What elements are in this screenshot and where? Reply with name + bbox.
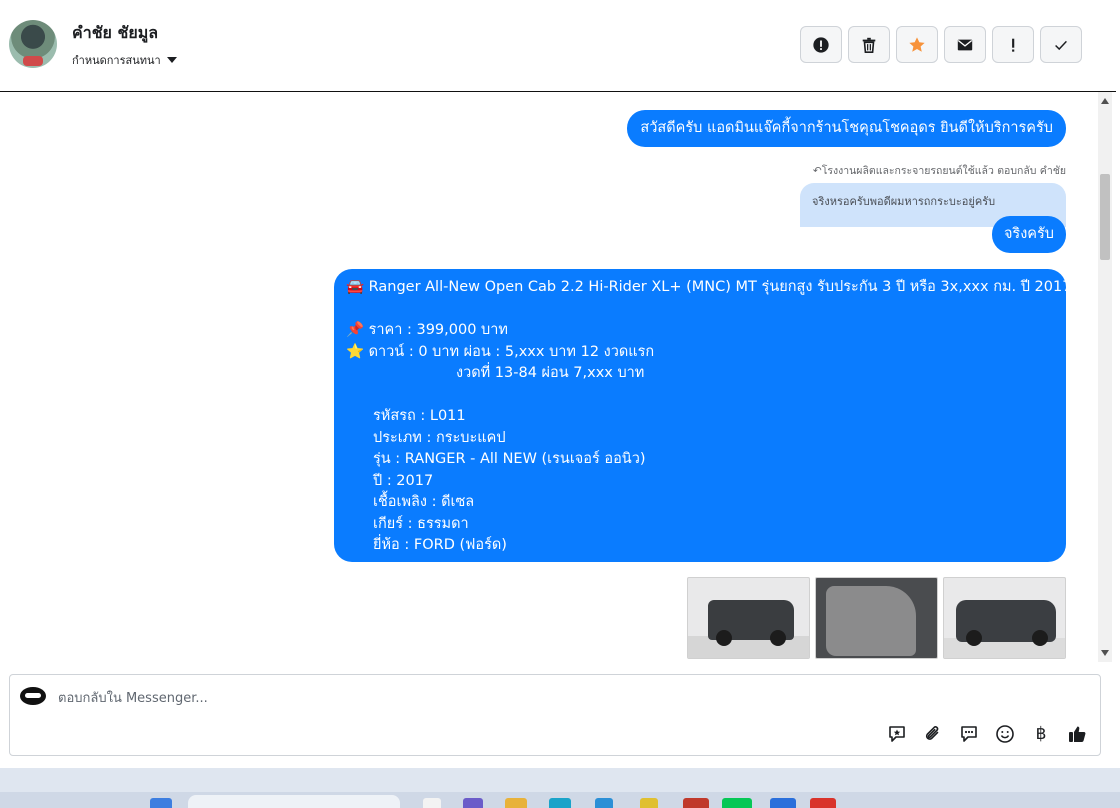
down-line: ⭐ ดาวน์ : 0 บาท ผ่อน : 5,xxx บาท 12 งวดแ…: [346, 342, 1054, 364]
listing-gear: เกียร์ : ธรรมดา: [373, 515, 469, 532]
app-icon[interactable]: [595, 798, 613, 808]
message-bubble-greeting[interactable]: สวัสดีครับ แอดมินแจ๊คกี้จากร้านโชคุณโชคอ…: [627, 110, 1066, 147]
star-icon: [909, 36, 925, 52]
app-icon[interactable]: [770, 798, 796, 808]
app-icon[interactable]: [640, 798, 658, 808]
attachment-images: [687, 577, 1066, 659]
folder-icon[interactable]: [505, 798, 527, 808]
conversation-header: คำชัย ชัยมูล กำหนดการสนทนา: [0, 0, 1116, 92]
line-app-icon[interactable]: [722, 798, 752, 808]
truck-photo-rear[interactable]: [687, 577, 810, 659]
scroll-thumb[interactable]: [1100, 174, 1110, 260]
listing-type: ประเภท : กระบะแคป: [373, 429, 506, 446]
pushpin-icon: 📌: [346, 322, 365, 338]
taskbar: [0, 792, 1120, 808]
message-bubble-reply[interactable]: จริงครับ: [991, 216, 1066, 253]
saved-reply-button[interactable]: [884, 721, 910, 747]
avatar[interactable]: [9, 20, 57, 68]
listing-code: รหัสรถ : L011: [373, 408, 466, 424]
scroll-up-arrow-icon[interactable]: [1101, 98, 1109, 104]
reply-context-label: ↶โรงงานผลิตและกระจายรถยนต์ใช้แล้ว ตอบกลั…: [812, 165, 1066, 177]
app-icon[interactable]: [423, 798, 441, 808]
app-icon[interactable]: [463, 798, 483, 808]
mark-spam-button[interactable]: [800, 26, 842, 63]
mark-unread-button[interactable]: [944, 26, 986, 63]
reply-input[interactable]: [58, 688, 858, 708]
car-icon: 🚘: [346, 279, 365, 295]
assign-label: กำหนดการสนทนา: [72, 54, 161, 67]
saved-reply-icon: [889, 726, 905, 742]
attachment-button[interactable]: [920, 721, 946, 747]
envelope-icon: [957, 39, 973, 50]
listing-title: Ranger All-New Open Cab 2.2 Hi-Rider XL+…: [368, 279, 1072, 295]
like-button[interactable]: [1064, 721, 1090, 747]
contact-name[interactable]: คำชัย ชัยมูล: [72, 21, 158, 46]
listing-year: ปี : 2017: [373, 472, 434, 489]
listing-fuel: เชื้อเพลิง : ดีเซล: [373, 494, 475, 510]
listing-brand: ยี่ห้อ : FORD (ฟอร์ด): [373, 537, 507, 553]
thumbs-up-icon: [1069, 726, 1086, 742]
baht-icon: ฿: [1035, 724, 1047, 744]
truck-photo-door[interactable]: [815, 577, 938, 659]
page-logo: [20, 687, 46, 705]
emoji-button[interactable]: [992, 721, 1018, 747]
down2-line: งวดที่ 13-84 ผ่อน 7,xxx บาท: [346, 363, 1054, 385]
conversation-thread[interactable]: สวัสดีครับ แอดมินแจ๊คกี้จากร้านโชคุณโชคอ…: [0, 92, 1098, 662]
check-icon: [1055, 40, 1067, 50]
payment-button[interactable]: ฿: [1028, 721, 1054, 747]
start-icon[interactable]: [150, 798, 172, 808]
previous-message: [20, 92, 320, 98]
app-icon[interactable]: [683, 798, 709, 808]
truck-photo-front[interactable]: [943, 577, 1066, 659]
delete-button[interactable]: [848, 26, 890, 63]
reply-composer: ฿: [9, 674, 1101, 756]
scroll-down-arrow-icon[interactable]: [1101, 650, 1109, 656]
taskbar-search[interactable]: [188, 795, 400, 808]
header-actions: [800, 26, 1082, 63]
quick-replies-icon: [961, 726, 977, 742]
star-button[interactable]: [896, 26, 938, 63]
emoji-icon: [996, 725, 1014, 743]
assign-conversation-dropdown[interactable]: กำหนดการสนทนา: [72, 51, 177, 69]
conversation-scrollbar[interactable]: [1098, 92, 1112, 662]
listing-price: ราคา : 399,000 บาท: [368, 322, 508, 338]
listing-model: รุ่น : RANGER - All NEW (เรนเจอร์ ออนิว): [373, 451, 646, 467]
star-emoji-icon: ⭐: [346, 343, 365, 360]
listing-down2: งวดที่ 13-84 ผ่อน 7,xxx บาท: [456, 365, 645, 381]
trash-icon: [862, 37, 876, 53]
app-icon[interactable]: [810, 798, 836, 808]
exclamation-icon: [1012, 38, 1015, 52]
browser-icon[interactable]: [549, 798, 571, 808]
quick-replies-button[interactable]: [956, 721, 982, 747]
message-bubble-listing[interactable]: 🚘 Ranger All-New Open Cab 2.2 Hi-Rider X…: [334, 269, 1071, 562]
attachment-icon: [925, 726, 939, 740]
caret-down-icon: [166, 57, 177, 63]
listing-title-line: 🚘 Ranger All-New Open Cab 2.2 Hi-Rider X…: [346, 277, 1071, 299]
follow-up-button[interactable]: [992, 26, 1034, 63]
exclamation-circle-icon: [813, 36, 829, 53]
composer-tools: ฿: [884, 721, 1090, 747]
price-line: 📌 ราคา : 399,000 บาท: [346, 320, 1054, 342]
listing-down: ดาวน์ : 0 บาท ผ่อน : 5,xxx บาท 12 งวดแรก: [368, 343, 655, 360]
mark-done-button[interactable]: [1040, 26, 1082, 63]
